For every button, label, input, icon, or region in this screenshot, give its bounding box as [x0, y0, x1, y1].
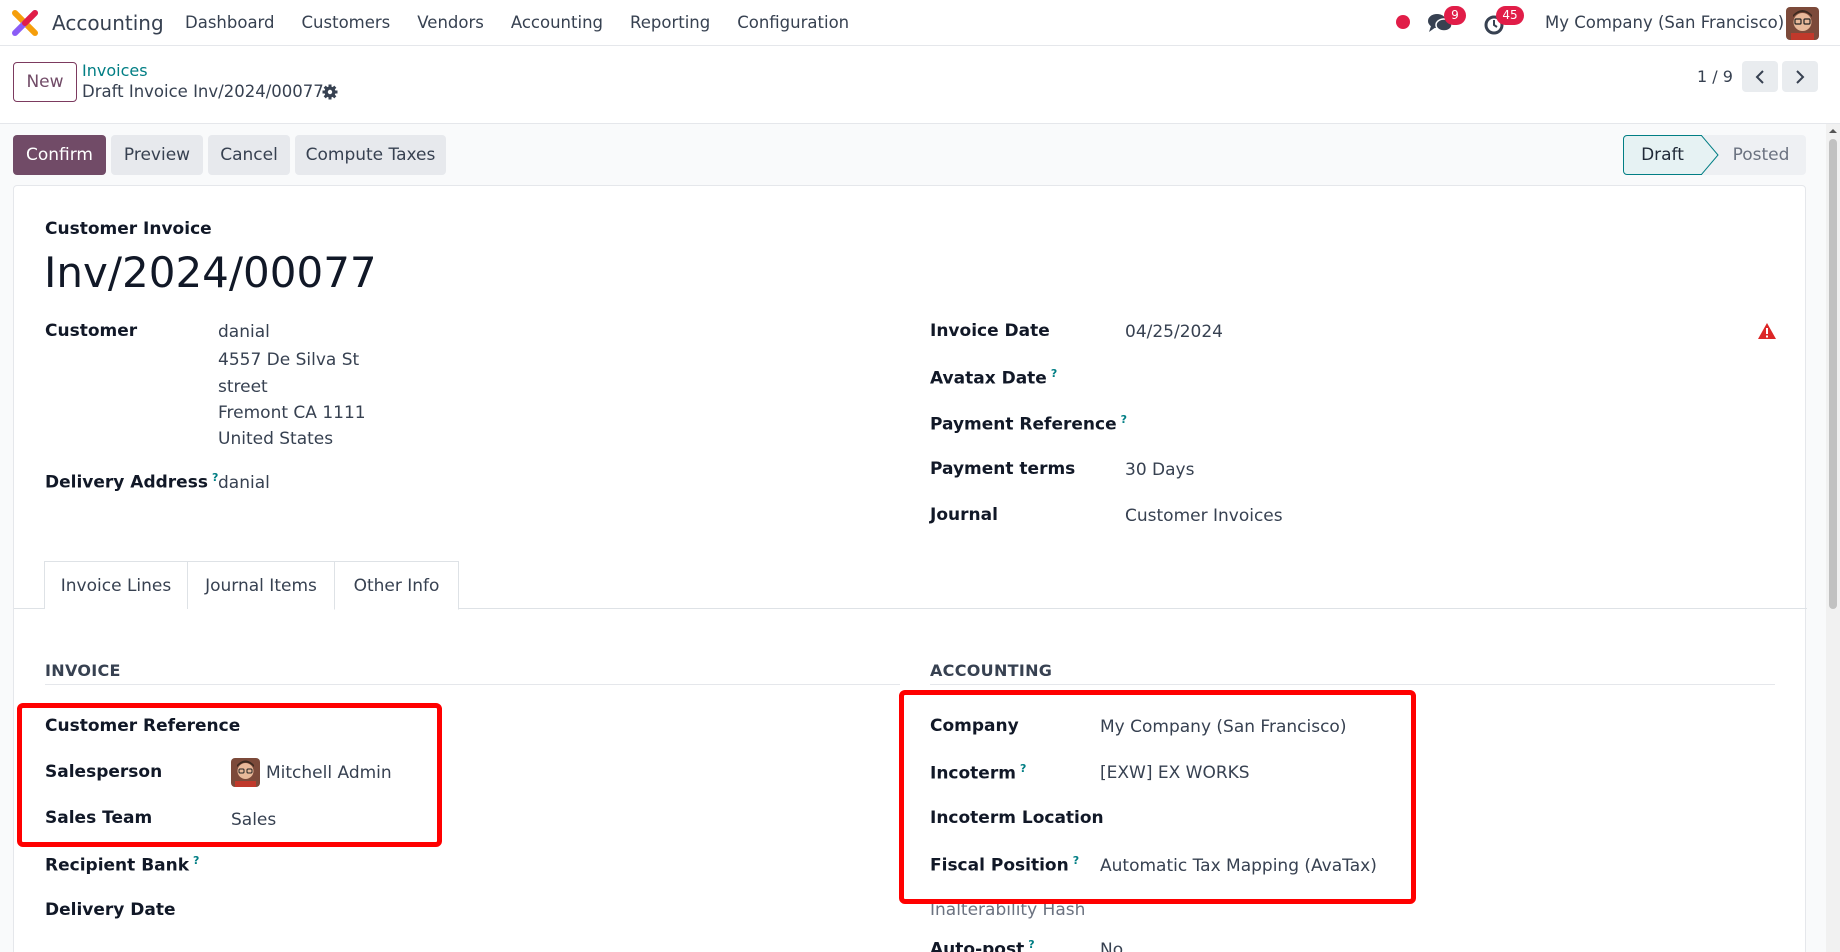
delivery-address-label-text: Delivery Address [45, 472, 208, 493]
avatax-date-label-text: Avatax Date [930, 368, 1047, 389]
notebook-tabs: Invoice Lines Journal Items Other Info [14, 561, 1807, 610]
status-bar: Draft Posted [1623, 135, 1806, 175]
pager-next-button[interactable] [1782, 61, 1818, 92]
warning-icon [1758, 323, 1776, 339]
customer-label: Customer [45, 321, 138, 341]
menu-reporting[interactable]: Reporting [630, 13, 710, 32]
delivery-address-label: Delivery Address? [45, 471, 218, 493]
top-navbar: Accounting Dashboard Customers Vendors A… [0, 0, 1840, 46]
preview-button[interactable]: Preview [111, 135, 203, 175]
company-switcher[interactable]: My Company (San Francisco) [1545, 13, 1784, 32]
confirm-button[interactable]: Confirm [13, 135, 106, 175]
status-draft[interactable]: Draft [1623, 135, 1702, 175]
main-menu: Dashboard Customers Vendors Accounting R… [185, 13, 876, 32]
auto-post-label-text: Auto-post [930, 939, 1025, 952]
activity-count-badge: 45 [1496, 6, 1524, 25]
customer-address-line: street [218, 377, 268, 397]
tab-journal-items[interactable]: Journal Items [187, 561, 335, 609]
customer-name[interactable]: danial [218, 322, 270, 342]
new-button[interactable]: New [13, 62, 77, 102]
payment-terms-label: Payment terms [930, 459, 1076, 479]
delivery-date-label: Delivery Date [45, 900, 176, 920]
document-number: Inv/2024/00077 [44, 248, 377, 297]
help-icon[interactable]: ? [193, 854, 199, 867]
section-divider [45, 684, 900, 685]
gear-icon[interactable] [322, 84, 338, 100]
app-name[interactable]: Accounting [52, 11, 164, 35]
invoice-section-title: INVOICE [45, 661, 121, 680]
action-bar: Confirm Preview Cancel Compute Taxes Dra… [0, 124, 1840, 184]
highlight-box-invoice [17, 703, 442, 847]
payment-terms-value[interactable]: 30 Days [1125, 460, 1194, 480]
pager-previous-button[interactable] [1742, 61, 1778, 92]
control-panel: New Invoices Draft Invoice Inv/2024/0007… [0, 46, 1840, 124]
help-icon[interactable]: ? [1028, 938, 1034, 951]
avatax-date-label: Avatax Date? [930, 367, 1057, 389]
delivery-address-value[interactable]: danial [218, 473, 270, 493]
payment-reference-label: Payment Reference? [930, 413, 1127, 435]
document-kind: Customer Invoice [45, 219, 212, 239]
menu-customers[interactable]: Customers [302, 13, 391, 32]
status-arrow-icon [1701, 135, 1719, 175]
chevron-right-icon [1796, 69, 1805, 84]
accounting-app-icon[interactable] [12, 10, 38, 36]
accounting-section-title: ACCOUNTING [930, 661, 1053, 680]
cancel-button[interactable]: Cancel [208, 135, 290, 175]
invoice-date-value[interactable]: 04/25/2024 [1125, 322, 1223, 342]
chevron-left-icon [1755, 69, 1764, 84]
chat-count-badge: 9 [1444, 6, 1466, 25]
journal-label: Journal [930, 505, 998, 525]
menu-vendors[interactable]: Vendors [417, 13, 484, 32]
compute-taxes-button[interactable]: Compute Taxes [295, 135, 446, 175]
menu-configuration[interactable]: Configuration [737, 13, 849, 32]
tab-other-info[interactable]: Other Info [334, 561, 459, 610]
journal-value[interactable]: Customer Invoices [1125, 506, 1283, 526]
scrollbar[interactable] [1826, 124, 1840, 952]
customer-address-line: Fremont CA 1111 [218, 403, 366, 423]
recipient-bank-label-text: Recipient Bank [45, 855, 190, 876]
scroll-up-icon[interactable] [1828, 126, 1838, 136]
section-divider [930, 684, 1775, 685]
tab-invoice-lines[interactable]: Invoice Lines [44, 561, 188, 609]
customer-address-line: 4557 De Silva St [218, 350, 360, 370]
pager-value[interactable]: 1 / 9 [1697, 67, 1733, 86]
auto-post-value[interactable]: No [1100, 940, 1123, 952]
recipient-bank-label: Recipient Bank? [45, 854, 199, 876]
help-icon[interactable]: ? [1121, 413, 1127, 426]
help-icon[interactable]: ? [1051, 367, 1057, 380]
payment-reference-label-text: Payment Reference [930, 414, 1117, 435]
highlight-box-accounting [899, 690, 1416, 904]
presence-status-icon[interactable] [1396, 15, 1410, 29]
status-draft-label: Draft [1641, 145, 1684, 165]
menu-accounting[interactable]: Accounting [511, 13, 603, 32]
breadcrumb-invoices[interactable]: Invoices [82, 61, 148, 80]
scrollbar-thumb[interactable] [1829, 139, 1837, 609]
user-avatar[interactable] [1786, 7, 1819, 40]
customer-address-line: United States [218, 429, 334, 449]
menu-dashboard[interactable]: Dashboard [185, 13, 275, 32]
breadcrumb-current: Draft Invoice Inv/2024/00077 [82, 82, 324, 101]
invoice-date-label: Invoice Date [930, 321, 1050, 341]
auto-post-label: Auto-post? [930, 938, 1035, 952]
status-posted-label: Posted [1732, 145, 1790, 165]
